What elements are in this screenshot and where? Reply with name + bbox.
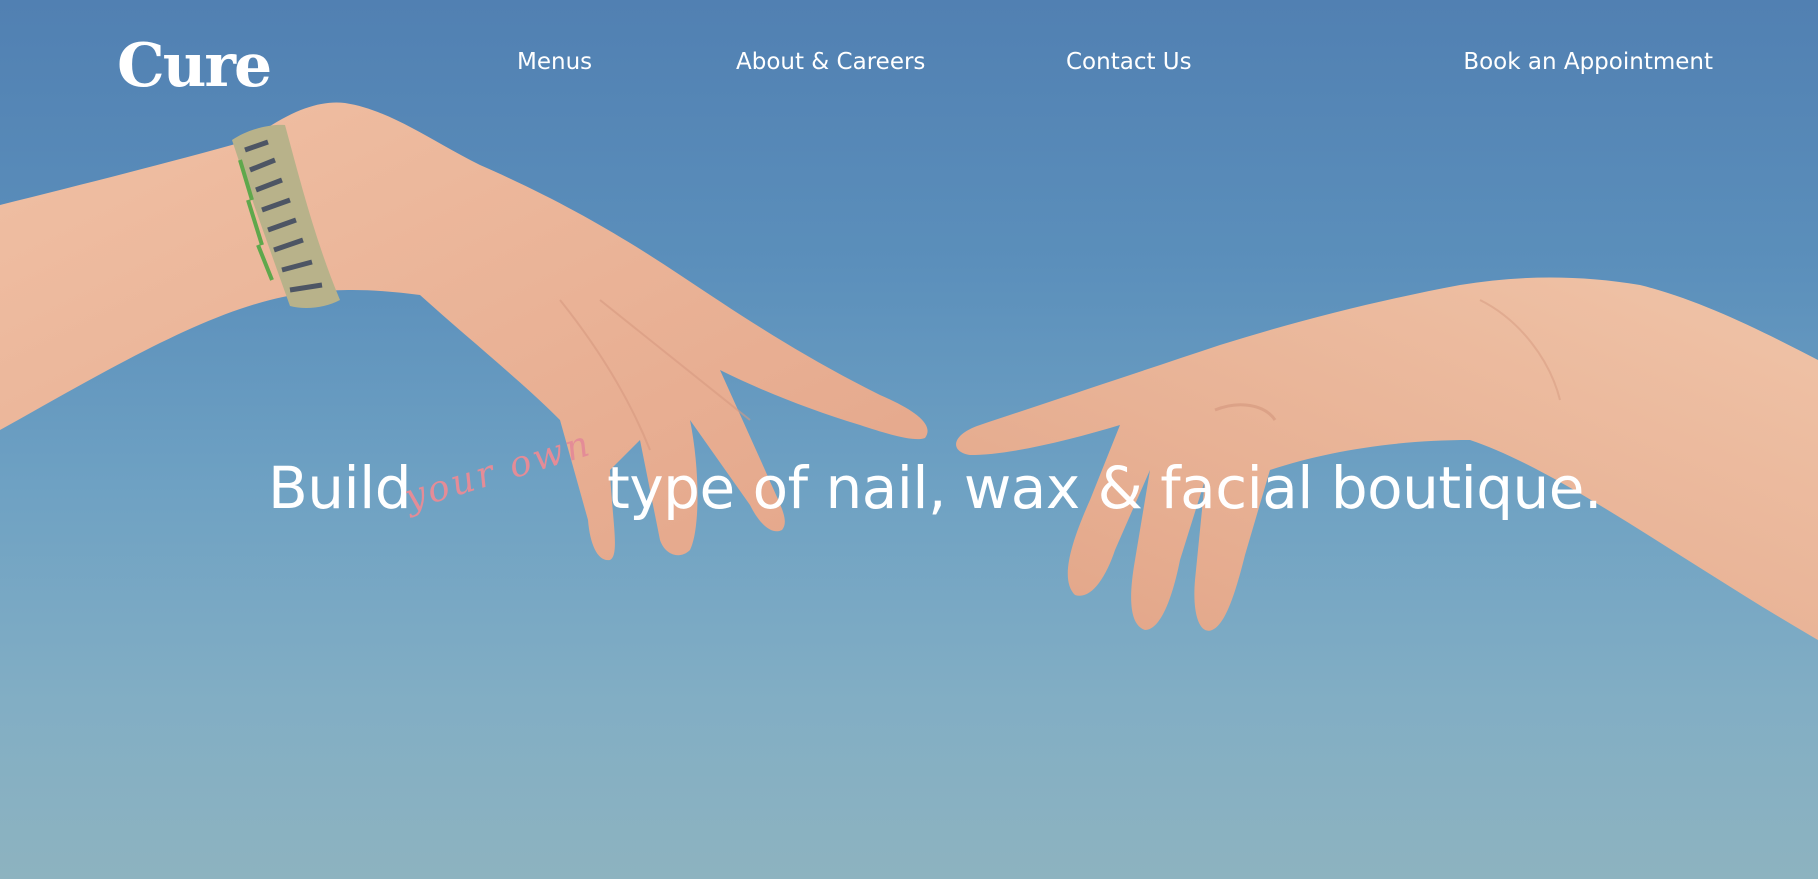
hero-photo-hands [0, 102, 1818, 640]
headline-accent-wrapper: your own [400, 423, 607, 526]
nav-link-about-careers[interactable]: About & Careers [736, 48, 925, 76]
hero-section: Cure Menus About & Careers Contact Us Bo… [0, 0, 1818, 879]
brand-logo[interactable]: Cure [117, 28, 272, 104]
hero-headline: Build your own type of nail, wax & facial … [268, 423, 1602, 530]
top-navigation: Cure Menus About & Careers Contact Us Bo… [0, 0, 1818, 130]
nav-link-menus[interactable]: Menus [517, 48, 592, 76]
nav-link-contact-us[interactable]: Contact Us [1066, 48, 1192, 76]
book-appointment-link[interactable]: Book an Appointment [1463, 48, 1713, 76]
headline-start: Build [268, 454, 412, 522]
headline-end: type of nail, wax & facial boutique. [607, 454, 1602, 522]
